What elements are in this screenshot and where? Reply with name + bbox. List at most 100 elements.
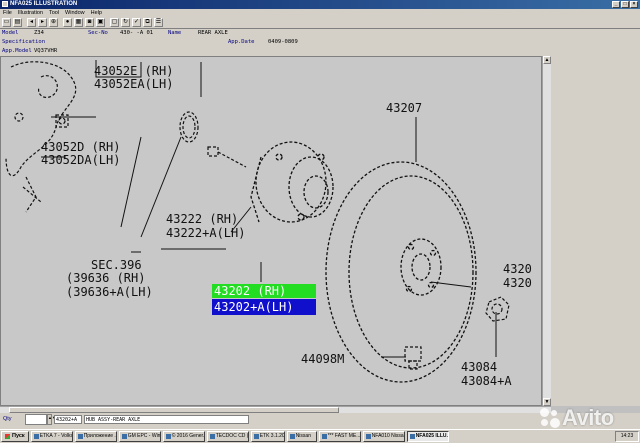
app-icon — [365, 434, 371, 439]
mark-icon[interactable]: ▣ — [96, 18, 105, 27]
appdate-label: App.Date — [228, 39, 255, 45]
task-button[interactable]: Nissan — [286, 431, 317, 442]
task-button[interactable]: © 2016 Gener... — [162, 431, 205, 442]
task-label: NFA010 Nissa... — [371, 433, 405, 439]
grid-icon[interactable]: ▦ — [74, 18, 83, 27]
task-button[interactable]: ETK 3.1.20 — [250, 431, 285, 442]
part-43084-label[interactable]: 43084 — [461, 360, 497, 374]
part-43084a-label[interactable]: 43084+A — [461, 374, 512, 388]
save-icon[interactable]: ▭ — [2, 18, 11, 27]
part-4320-label-rh[interactable]: 4320 — [503, 262, 532, 276]
menu-help[interactable]: Help — [91, 9, 102, 17]
application-window: NFA025 ILLUSTRATION _ □ × File Illustrat… — [0, 0, 640, 443]
spec-label: Specification — [2, 39, 46, 45]
appmodel-label: App.Model — [2, 48, 32, 54]
task-label: Nissan — [295, 433, 311, 439]
task-label: © 2016 Gener... — [171, 433, 205, 439]
part-43207-label[interactable]: 43207 — [386, 101, 422, 115]
start-button[interactable]: Пуск — [1, 431, 29, 442]
menu-bar: File Illustration Tool Window Help — [0, 9, 640, 17]
secno-value: 430- -A 01 — [120, 30, 154, 36]
arrange-icon[interactable]: ☰ — [154, 18, 163, 27]
windows-logo-icon — [5, 434, 10, 439]
task-button[interactable]: Приложение ... — [74, 431, 117, 442]
part-39636-label[interactable]: (39636 (RH) — [66, 271, 145, 285]
name-label: Name — [168, 30, 182, 36]
part-43222-label[interactable]: 43222 (RH) — [166, 212, 238, 226]
check-icon[interactable]: ✓ — [132, 18, 141, 27]
task-button[interactable]: NFA010 Nissa... — [362, 431, 405, 442]
part-info-panel: Model Z34 Sec-No 430- -A 01 Name REAR AX… — [0, 29, 640, 56]
part-43052e-label[interactable]: 43052E (RH) — [94, 64, 173, 78]
part-43052da-label[interactable]: 43052DA(LH) — [41, 153, 120, 167]
menu-tool[interactable]: Tool — [49, 9, 59, 17]
part-description-field: HUB ASSY-REAR AXLE — [84, 415, 249, 424]
zoom-icon[interactable]: ⊕ — [49, 18, 58, 27]
part-4320-label-lh[interactable]: 4320 — [503, 276, 532, 290]
task-button[interactable]: *** FAST ME... — [318, 431, 361, 442]
app-icon — [253, 434, 259, 439]
toolbar: ▭ ▤ ◂ ▸ ⊕ ● ▦ ◙ ▣ ▢ ↻ ✓ ⧉ ☰ — [0, 17, 640, 29]
secno-label: Sec-No — [88, 30, 108, 36]
parts-diagram: 43052E (RH) 43052EA(LH) 43052D (RH) 4305… — [5, 60, 532, 388]
stop-icon[interactable]: ● — [63, 18, 72, 27]
menu-file[interactable]: File — [3, 9, 12, 17]
maximize-button[interactable]: □ — [621, 1, 629, 8]
part-number-field: 43202+A — [54, 415, 82, 424]
part-39636a-label[interactable]: (39636+A(LH) — [66, 285, 153, 299]
camera-icon[interactable]: ◙ — [85, 18, 94, 27]
appdate-value: 0409-0809 — [268, 39, 298, 45]
task-label: *** FAST ME... — [327, 433, 361, 439]
title-bar: NFA025 ILLUSTRATION _ □ × — [0, 0, 640, 9]
minimize-button[interactable]: _ — [612, 1, 620, 8]
appmodel-value: VQ37VHR — [34, 48, 58, 54]
window-title: NFA025 ILLUSTRATION — [10, 1, 78, 7]
task-label: TECDOC CD (3... — [215, 433, 248, 439]
qty-label: Qty — [3, 416, 12, 422]
task-label: NFA025 ILLU... — [415, 433, 449, 439]
horizontal-scrollbar[interactable] — [0, 406, 551, 413]
vertical-scrollbar[interactable]: ▲ ▼ — [542, 56, 551, 406]
right-pane — [551, 56, 640, 406]
task-button-active[interactable]: NFA025 ILLU... — [406, 431, 449, 442]
name-value: REAR AXLE — [198, 30, 228, 36]
brake-disc-drawing — [325, 161, 477, 383]
print-icon[interactable]: ▤ — [13, 18, 22, 27]
menu-window[interactable]: Window — [65, 9, 85, 17]
scroll-up-icon[interactable]: ▲ — [543, 56, 551, 64]
seal-ring-drawing — [179, 111, 199, 143]
part-43222a-label[interactable]: 43222+A(LH) — [166, 226, 245, 240]
app-icon — [209, 434, 215, 439]
task-button[interactable]: GM EPC - Wind... — [118, 431, 161, 442]
task-button[interactable]: TECDOC CD (3... — [206, 431, 249, 442]
illustration-canvas[interactable]: 43052E (RH) 43052EA(LH) 43052D (RH) 4305… — [0, 56, 542, 406]
back-icon[interactable]: ◂ — [27, 18, 36, 27]
avito-watermark: Avito — [540, 402, 636, 434]
app-icon — [77, 434, 83, 439]
start-label: Пуск — [12, 433, 25, 439]
sync-icon[interactable]: ↻ — [121, 18, 130, 27]
task-button[interactable]: ETKA 7 - Volks... — [30, 431, 73, 442]
window-icon[interactable]: ▢ — [110, 18, 119, 27]
qty-spinner-icon[interactable]: ▲▼ — [47, 414, 56, 425]
copy-icon[interactable]: ⧉ — [143, 18, 152, 27]
app-icon — [121, 434, 127, 439]
part-43202-label[interactable]: 43202 (RH) — [214, 284, 286, 298]
part-43052d-label[interactable]: 43052D (RH) — [41, 140, 120, 154]
task-label: ETKA 7 - Volks... — [39, 433, 72, 439]
part-43202a-label[interactable]: 43202+A(LH) — [214, 300, 293, 314]
task-label: Приложение ... — [83, 433, 117, 439]
part-44098m-label[interactable]: 44098M — [301, 352, 344, 366]
close-button[interactable]: × — [630, 1, 638, 8]
forward-icon[interactable]: ▸ — [38, 18, 47, 27]
menu-illustration[interactable]: Illustration — [18, 9, 43, 17]
part-43052ea-label[interactable]: 43052EA(LH) — [94, 77, 173, 91]
app-icon — [33, 434, 39, 439]
qty-input[interactable] — [25, 414, 47, 425]
app-icon — [409, 434, 415, 439]
model-value: Z34 — [34, 30, 44, 36]
sec-396-label[interactable]: SEC.396 — [91, 258, 142, 272]
task-label: GM EPC - Wind... — [127, 433, 161, 439]
nut-drawing — [404, 296, 510, 370]
app-icon — [2, 1, 8, 7]
